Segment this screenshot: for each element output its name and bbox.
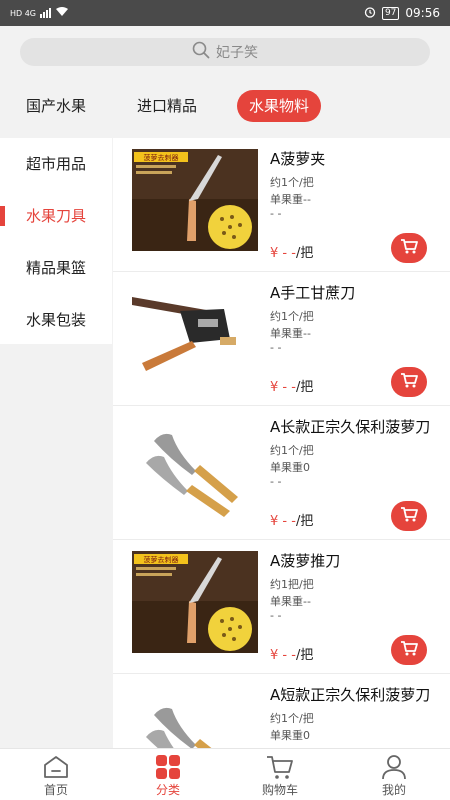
search-icon xyxy=(192,41,216,63)
clock: 09:56 xyxy=(405,6,440,20)
cart-icon xyxy=(400,238,418,258)
product-spec: 约1个/把 xyxy=(270,444,314,457)
nav-label: 我的 xyxy=(381,783,406,797)
top-category-tabs: 国产水果 进口精品 水果物料 xyxy=(0,78,450,138)
user-icon xyxy=(380,754,408,780)
product-weight: 单果重-- xyxy=(270,595,311,608)
sidebar-item-label: 水果刀具 xyxy=(26,207,87,225)
product-item[interactable]: A手工甘蔗刀 约1个/把 单果重-- - - ¥ - -/把 xyxy=(113,272,450,406)
product-name[interactable]: A手工甘蔗刀 xyxy=(270,282,440,303)
tab-domestic-fruit[interactable]: 国产水果 xyxy=(26,90,86,122)
signal-icon xyxy=(40,8,52,18)
alarm-icon xyxy=(364,6,376,21)
product-price: ¥ - -/把 xyxy=(270,644,313,663)
product-price: ¥ - -/把 xyxy=(270,510,313,529)
price-unit: /把 xyxy=(295,648,314,663)
nav-category[interactable]: 分类 xyxy=(112,749,224,800)
tab-imported-premium[interactable]: 进口精品 xyxy=(137,90,197,122)
product-item[interactable]: 菠萝去刺器 A菠萝夹 约1个/把 单果重-- - - ¥ - -/把 xyxy=(113,138,450,272)
product-item[interactable]: A短款正宗久保利菠萝刀 约1个/把 单果重0 xyxy=(113,674,450,748)
nav-label: 购物车 xyxy=(261,783,298,797)
product-name[interactable]: A菠萝夹 xyxy=(270,148,440,169)
nav-profile[interactable]: 我的 xyxy=(338,749,450,800)
home-icon xyxy=(42,754,70,780)
price-unit: /把 xyxy=(295,380,314,395)
price-value: - - xyxy=(278,648,296,663)
product-note: - - xyxy=(270,609,282,622)
product-spec: 约1个/把 xyxy=(270,712,314,725)
price-value: - - xyxy=(278,514,296,529)
bottom-nav: 首页 分类 购物车 我的 xyxy=(0,748,450,800)
status-left: HD 4G xyxy=(10,7,69,19)
active-indicator xyxy=(0,206,5,226)
sidebar-item-fruit-packaging[interactable]: 水果包装 xyxy=(0,294,112,346)
add-to-cart-button[interactable] xyxy=(391,635,427,665)
price-unit: /把 xyxy=(295,514,314,529)
product-price: ¥ - -/把 xyxy=(270,376,313,395)
sidebar: 超市用品 水果刀具 精品果篮 水果包装 xyxy=(0,138,112,344)
tab-fruit-supplies[interactable]: 水果物料 xyxy=(237,90,322,122)
sidebar-item-fruit-basket[interactable]: 精品果篮 xyxy=(0,242,112,294)
svg-text:菠萝去刺器: 菠萝去刺器 xyxy=(144,555,179,564)
nav-label: 首页 xyxy=(43,783,68,797)
product-item[interactable]: 菠萝去刺器 A菠萝推刀 约1把/把 单果重-- - - ¥ - -/把 xyxy=(113,540,450,674)
nav-label: 分类 xyxy=(155,783,180,797)
nav-cart[interactable]: 购物车 xyxy=(224,749,336,800)
cart-icon xyxy=(400,640,418,660)
add-to-cart-button[interactable] xyxy=(391,501,427,531)
product-note: - - xyxy=(270,341,282,354)
network-indicator: HD 4G xyxy=(10,8,37,18)
search-placeholder: 妃子笑 xyxy=(216,45,258,61)
product-item[interactable]: A长款正宗久保利菠萝刀 约1个/把 单果重0 - - ¥ - -/把 xyxy=(113,406,450,540)
product-image[interactable] xyxy=(132,685,258,748)
product-name[interactable]: A菠萝推刀 xyxy=(270,550,440,571)
product-weight: 单果重0 xyxy=(270,461,310,474)
product-image[interactable] xyxy=(132,417,258,519)
search-input[interactable]: 妃子笑 xyxy=(20,38,430,66)
cart-icon xyxy=(400,506,418,526)
product-name[interactable]: A长款正宗久保利菠萝刀 xyxy=(270,416,440,437)
add-to-cart-button[interactable] xyxy=(391,367,427,397)
product-spec: 约1把/把 xyxy=(270,578,314,591)
wifi-icon xyxy=(56,7,69,19)
price-value: - - xyxy=(278,246,296,261)
search-bar-area: 妃子笑 xyxy=(0,26,450,78)
product-list: 菠萝去刺器 A菠萝夹 约1个/把 单果重-- - - ¥ - -/把 A手工甘蔗… xyxy=(113,138,450,748)
nav-home[interactable]: 首页 xyxy=(0,749,112,800)
price-value: - - xyxy=(278,380,296,395)
product-note: - - xyxy=(270,475,282,488)
product-name[interactable]: A短款正宗久保利菠萝刀 xyxy=(270,684,440,705)
sidebar-item-supermarket[interactable]: 超市用品 xyxy=(0,138,112,190)
product-weight: 单果重0 xyxy=(270,729,310,742)
category-icon xyxy=(154,754,182,780)
product-image[interactable]: 菠萝去刺器 xyxy=(132,149,258,251)
product-spec: 约1个/把 xyxy=(270,176,314,189)
battery-indicator: 97 xyxy=(381,6,400,20)
product-spec: 约1个/把 xyxy=(270,310,314,323)
svg-text:菠萝去刺器: 菠萝去刺器 xyxy=(144,153,179,162)
cart-icon xyxy=(400,372,418,392)
status-right: 97 09:56 xyxy=(364,6,440,21)
product-price: ¥ - -/把 xyxy=(270,242,313,261)
price-unit: /把 xyxy=(295,246,314,261)
product-weight: 单果重-- xyxy=(270,193,311,206)
status-bar: HD 4G 97 09:56 xyxy=(0,0,450,26)
product-image[interactable]: 菠萝去刺器 xyxy=(132,551,258,653)
product-note: - - xyxy=(270,207,282,220)
sidebar-item-fruit-knives[interactable]: 水果刀具 xyxy=(0,190,112,242)
cart-icon xyxy=(266,754,294,780)
product-image[interactable] xyxy=(132,283,258,385)
add-to-cart-button[interactable] xyxy=(391,233,427,263)
product-weight: 单果重-- xyxy=(270,327,311,340)
